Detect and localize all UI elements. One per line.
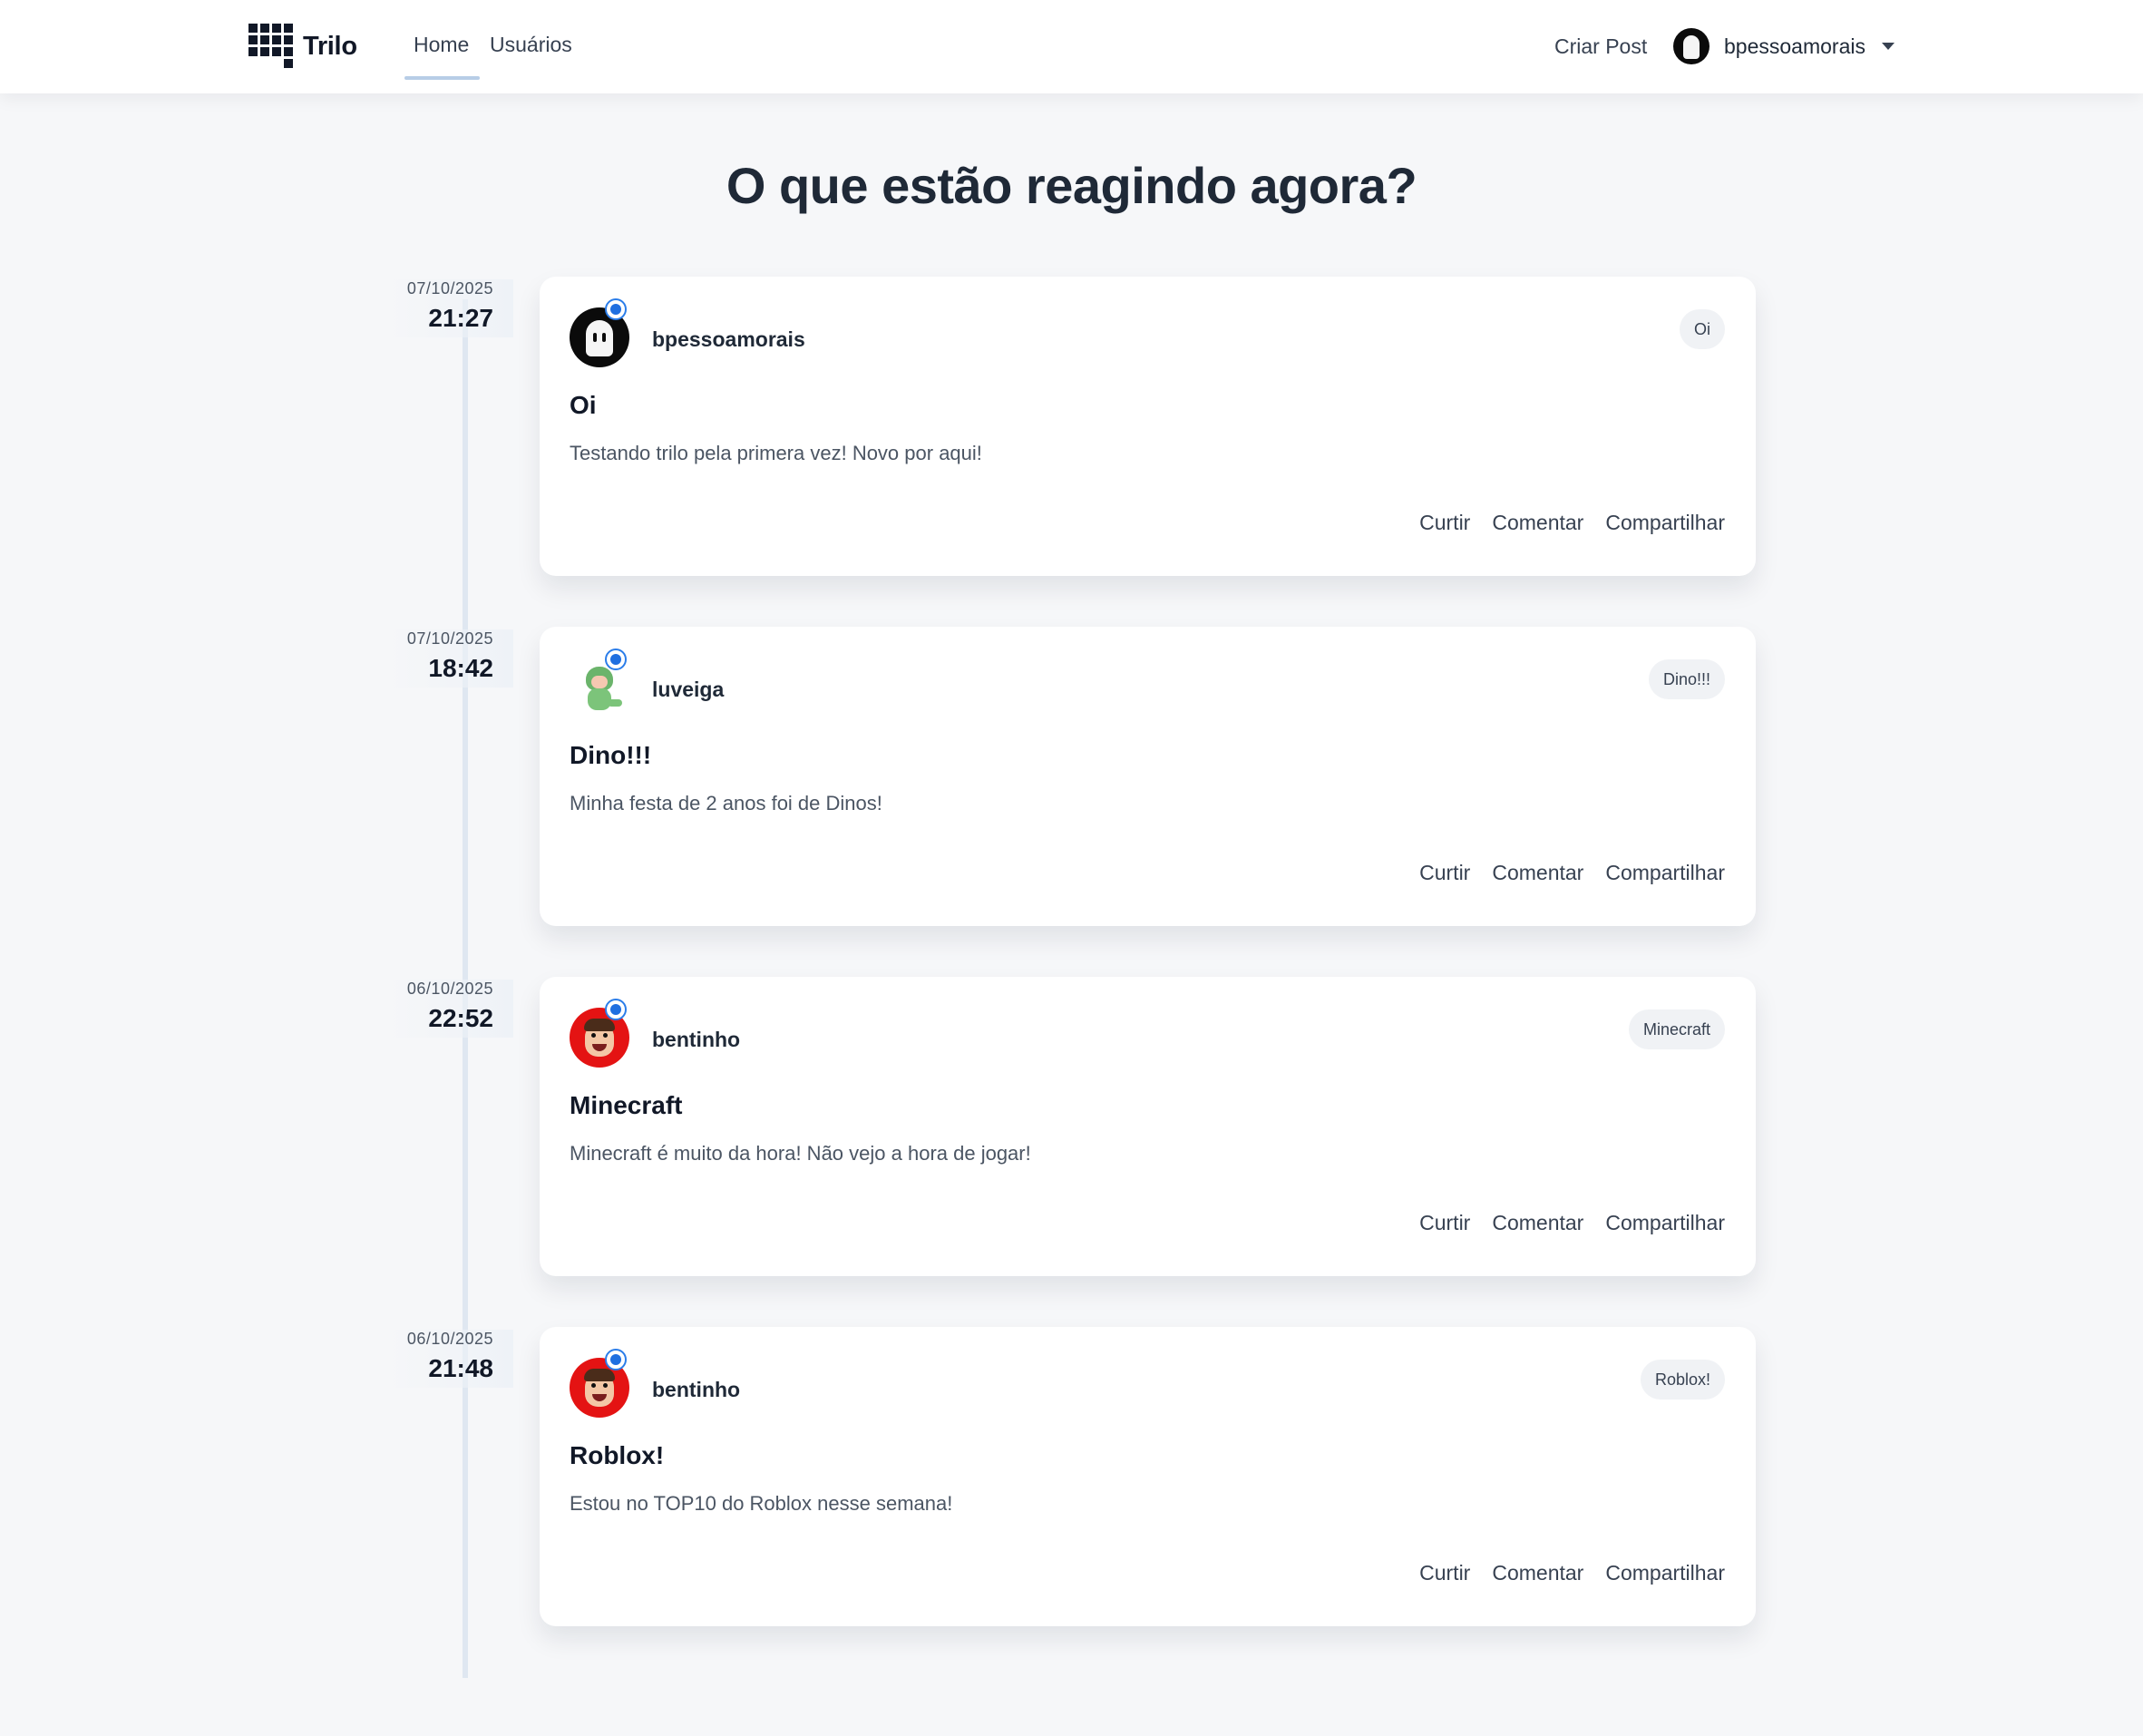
nav-link-home[interactable]: Home xyxy=(414,33,469,57)
post-body: Minecraft é muito da hora! Não vejo a ho… xyxy=(570,1142,1031,1165)
share-button[interactable]: Compartilhar xyxy=(1605,861,1725,885)
post-time: 18:42 xyxy=(428,654,493,682)
post-card: bentinho Minecraft Minecraft Minecraft é… xyxy=(540,977,1756,1276)
comment-button[interactable]: Comentar xyxy=(1492,511,1583,535)
chevron-down-icon xyxy=(1881,43,1895,50)
online-status-icon xyxy=(605,298,627,320)
create-post-link[interactable]: Criar Post xyxy=(1554,34,1647,59)
post-time: 21:27 xyxy=(428,304,493,332)
post-actions: Curtir Comentar Compartilhar xyxy=(1419,1561,1725,1585)
post-author[interactable]: bentinho xyxy=(652,1028,740,1052)
post-title: Oi xyxy=(570,391,597,419)
timeline-timestamp: 06/10/2025 22:52 xyxy=(386,980,513,1033)
post-tag-badge[interactable]: Dino!!! xyxy=(1648,659,1725,699)
post-card: bentinho Roblox! Roblox! Estou no TOP10 … xyxy=(540,1327,1756,1626)
like-button[interactable]: Curtir xyxy=(1419,511,1470,535)
post-date: 06/10/2025 xyxy=(406,980,493,998)
online-status-icon xyxy=(605,649,627,670)
post-body: Testando trilo pela primera vez! Novo po… xyxy=(570,442,982,464)
post-tag-badge[interactable]: Roblox! xyxy=(1640,1360,1725,1400)
post-title: Dino!!! xyxy=(570,741,652,769)
timeline-timestamp: 06/10/2025 21:48 xyxy=(386,1330,513,1383)
post-body: Minha festa de 2 anos foi de Dinos! xyxy=(570,792,882,814)
timeline-timestamp: 07/10/2025 18:42 xyxy=(386,629,513,683)
post-tag-badge[interactable]: Minecraft xyxy=(1628,1009,1725,1049)
like-button[interactable]: Curtir xyxy=(1419,861,1470,885)
post-card: bpessoamorais Oi Oi Testando trilo pela … xyxy=(540,277,1756,576)
post-time: 22:52 xyxy=(428,1004,493,1032)
post-title: Minecraft xyxy=(570,1091,683,1119)
user-menu-dropdown[interactable]: bpessoamorais xyxy=(1673,28,1895,64)
share-button[interactable]: Compartilhar xyxy=(1605,1561,1725,1585)
post-author[interactable]: luveiga xyxy=(652,678,724,702)
comment-button[interactable]: Comentar xyxy=(1492,1561,1583,1585)
online-status-icon xyxy=(605,1349,627,1370)
top-navbar: Trilo Home Usuários Criar Post bpessoamo… xyxy=(0,0,2143,93)
like-button[interactable]: Curtir xyxy=(1419,1211,1470,1235)
brand[interactable]: Trilo xyxy=(248,24,357,69)
share-button[interactable]: Compartilhar xyxy=(1605,511,1725,535)
post-title: Roblox! xyxy=(570,1441,665,1469)
post-body: Estou no TOP10 do Roblox nesse semana! xyxy=(570,1492,953,1515)
nav-link-usuarios[interactable]: Usuários xyxy=(490,33,572,57)
post-actions: Curtir Comentar Compartilhar xyxy=(1419,861,1725,885)
comment-button[interactable]: Comentar xyxy=(1492,861,1583,885)
ghost-avatar-icon xyxy=(1673,28,1710,64)
online-status-icon xyxy=(605,999,627,1020)
share-button[interactable]: Compartilhar xyxy=(1605,1211,1725,1235)
post-date: 07/10/2025 xyxy=(406,629,493,648)
comment-button[interactable]: Comentar xyxy=(1492,1211,1583,1235)
post-date: 06/10/2025 xyxy=(406,1330,493,1348)
post-time: 21:48 xyxy=(428,1354,493,1382)
post-actions: Curtir Comentar Compartilhar xyxy=(1419,1211,1725,1235)
like-button[interactable]: Curtir xyxy=(1419,1561,1470,1585)
post-date: 07/10/2025 xyxy=(406,279,493,297)
user-menu-username: bpessoamorais xyxy=(1724,34,1865,58)
page-title: O que estão reagindo agora? xyxy=(726,157,1417,214)
post-author[interactable]: bpessoamorais xyxy=(652,327,805,352)
timeline-timestamp: 07/10/2025 21:27 xyxy=(386,279,513,333)
brand-name: Trilo xyxy=(303,31,357,61)
active-nav-indicator xyxy=(404,76,480,80)
post-author[interactable]: bentinho xyxy=(652,1378,740,1402)
post-tag-badge[interactable]: Oi xyxy=(1680,309,1725,349)
post-card: luveiga Dino!!! Dino!!! Minha festa de 2… xyxy=(540,627,1756,926)
post-actions: Curtir Comentar Compartilhar xyxy=(1419,511,1725,535)
trilo-logo-icon xyxy=(248,24,294,69)
